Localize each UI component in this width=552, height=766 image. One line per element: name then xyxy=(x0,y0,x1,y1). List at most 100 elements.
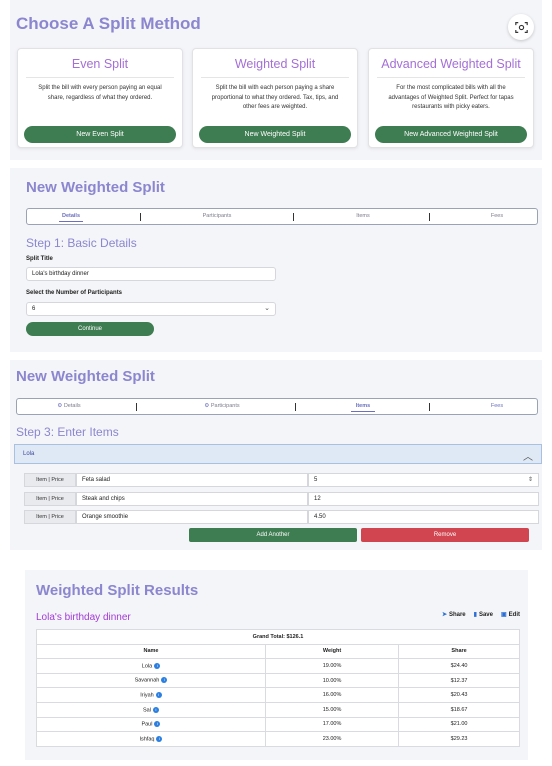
item-price-input[interactable]: 12 xyxy=(308,492,539,506)
tab-separator xyxy=(429,403,430,411)
tab-details[interactable]: Details xyxy=(41,213,101,222)
card-description: Split the bill with each person paying a… xyxy=(211,85,339,110)
weighted-split-card: Weighted Split Split the bill with each … xyxy=(192,48,358,148)
card-description: For the most complicated bills with all … xyxy=(388,85,514,110)
participant-name: Ishfaq xyxy=(139,736,155,743)
even-split-card: Even Split Split the bill with every per… xyxy=(17,48,183,148)
tab-separator xyxy=(140,213,141,221)
lens-icon xyxy=(514,21,528,33)
participant-name: Sal xyxy=(142,706,151,713)
item-price-value: 5 xyxy=(314,477,318,483)
item-name-input[interactable]: Orange smoothie xyxy=(76,510,308,524)
card-title: Advanced Weighted Split xyxy=(381,57,521,71)
participants-value: 6 xyxy=(32,306,36,312)
weight-cell: 19.00% xyxy=(264,658,400,674)
item-row: Item | Price Steak and chips 12 xyxy=(24,492,539,506)
item-row: Item | Price Feta salad 5 ⇕ xyxy=(24,473,539,487)
new-even-split-button[interactable]: New Even Split xyxy=(24,126,176,143)
split-title-label: Split Title xyxy=(26,256,53,262)
name-cell: Savannah i xyxy=(36,672,266,689)
tab-separator xyxy=(295,403,296,411)
info-icon[interactable]: i xyxy=(161,677,168,684)
tab-participants[interactable]: Participants xyxy=(187,213,247,219)
share-label: Share xyxy=(448,611,466,618)
name-cell: Sal i xyxy=(36,701,266,718)
tab-fees[interactable]: Fees xyxy=(467,403,527,409)
form-heading: New Weighted Split xyxy=(16,368,155,385)
chevron-down-icon: ⌄ xyxy=(264,305,270,312)
bookmark-icon: ▮ xyxy=(473,612,477,618)
send-icon: ➤ xyxy=(441,612,447,618)
divider xyxy=(201,77,349,78)
split-title-input[interactable]: Lola's birthday dinner xyxy=(26,267,276,281)
save-button[interactable]: ▮ Save xyxy=(473,611,493,619)
name-cell: Ishfaq i xyxy=(36,731,266,747)
participants-select[interactable]: 6 ⌄ xyxy=(26,302,276,316)
add-another-button[interactable]: Add Another xyxy=(189,528,357,542)
table-row: Ishfaq i 23.00% $29.23 xyxy=(36,731,520,747)
item-name-input[interactable]: Steak and chips xyxy=(76,492,308,506)
item-name-input[interactable]: Feta salad xyxy=(76,473,308,487)
card-title: Weighted Split xyxy=(234,57,316,71)
table-row: Iriyah i 16.00% $20.43 xyxy=(36,687,520,703)
tab-fees[interactable]: Fees xyxy=(467,213,527,219)
item-price-prefix: Item | Price xyxy=(24,473,76,487)
participant-name: Lola xyxy=(141,663,153,670)
share-cell: $29.23 xyxy=(398,731,520,747)
visual-search-button[interactable] xyxy=(508,14,534,40)
tab-separator xyxy=(136,403,137,411)
divider xyxy=(377,77,525,78)
continue-button[interactable]: Continue xyxy=(26,322,154,336)
weight-cell: 15.00% xyxy=(264,701,400,718)
edit-button[interactable]: ▣ Edit xyxy=(501,611,520,619)
item-price-input[interactable]: 5 ⇕ xyxy=(308,473,539,487)
tab-participants-label: Participants xyxy=(210,403,240,409)
participant-name: Paul xyxy=(141,721,153,728)
chevron-up-icon: ︿ xyxy=(523,452,533,463)
column-header-name: Name xyxy=(36,643,266,660)
check-icon: ⚙ xyxy=(204,403,210,409)
save-label: Save xyxy=(478,611,493,618)
new-weighted-split-button[interactable]: New Weighted Split xyxy=(199,126,351,143)
share-button[interactable]: ➤ Share xyxy=(441,611,466,619)
info-icon[interactable]: i xyxy=(152,706,159,713)
step-title: Step 3: Enter Items xyxy=(16,425,119,439)
remove-button[interactable]: Remove xyxy=(361,528,529,542)
tab-details-label: Details xyxy=(63,403,81,409)
number-spinner-icon[interactable]: ⇕ xyxy=(528,474,533,486)
person-accordion-header[interactable]: Lola ︿ xyxy=(14,444,542,464)
tab-items[interactable]: Items xyxy=(333,403,393,412)
weight-cell: 16.00% xyxy=(264,687,400,703)
result-actions: ➤ Share ▮ Save ▣ Edit xyxy=(441,611,520,619)
table-row: Paul i 17.00% $21.00 xyxy=(36,716,520,733)
participants-label: Select the Number of Participants xyxy=(26,290,123,296)
item-price-input[interactable]: 4.50 xyxy=(308,510,539,524)
split-name: Lola's birthday dinner xyxy=(36,612,131,623)
share-cell: $20.43 xyxy=(398,687,520,703)
new-advanced-weighted-split-button[interactable]: New Advanced Weighted Split xyxy=(375,126,527,143)
name-cell: Paul i xyxy=(36,716,266,733)
step-tabs: ⚙ Details ⚙ Participants Items Fees xyxy=(16,398,538,415)
name-cell: Iriyah i xyxy=(36,687,266,703)
info-icon[interactable]: i xyxy=(154,721,161,728)
results-heading: Weighted Split Results xyxy=(36,582,199,599)
info-icon[interactable]: i xyxy=(155,691,162,698)
divider xyxy=(26,77,174,78)
column-header-share: Share xyxy=(398,643,520,660)
share-cell: $12.37 xyxy=(398,672,520,689)
participant-name: Iriyah xyxy=(140,692,154,699)
info-icon[interactable]: i xyxy=(154,662,161,669)
weight-cell: 17.00% xyxy=(264,716,400,733)
split-method-panel: Choose A Split Method Even Split Split t… xyxy=(10,0,542,160)
tab-separator xyxy=(429,213,430,221)
item-price-prefix: Item | Price xyxy=(24,510,76,524)
card-description: Split the bill with every person paying … xyxy=(38,85,162,101)
advanced-weighted-split-card: Advanced Weighted Split For the most com… xyxy=(368,48,534,148)
tab-participants[interactable]: ⚙ Participants xyxy=(187,403,257,409)
info-icon[interactable]: i xyxy=(156,735,163,742)
table-row: Lola i 19.00% $24.40 xyxy=(36,658,520,674)
table-row: Sal i 15.00% $18.67 xyxy=(36,701,520,718)
tab-details[interactable]: ⚙ Details xyxy=(39,403,99,409)
tab-items[interactable]: Items xyxy=(333,213,393,219)
item-row: Item | Price Orange smoothie 4.50 xyxy=(24,510,539,524)
